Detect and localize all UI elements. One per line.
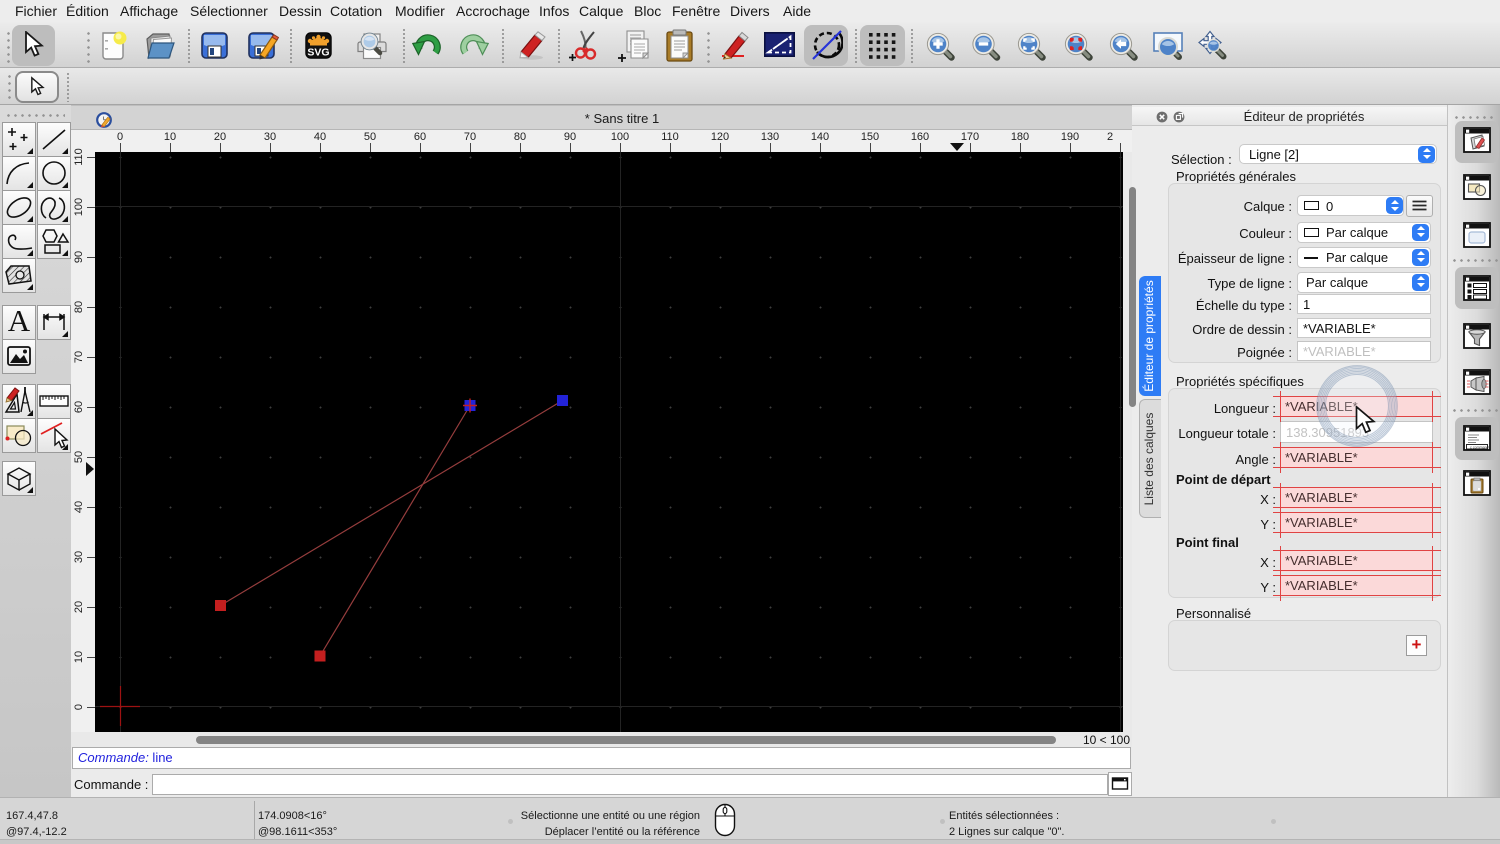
svg-text:c command: c command xyxy=(1470,445,1489,449)
svg-text:SVG: SVG xyxy=(307,47,329,59)
